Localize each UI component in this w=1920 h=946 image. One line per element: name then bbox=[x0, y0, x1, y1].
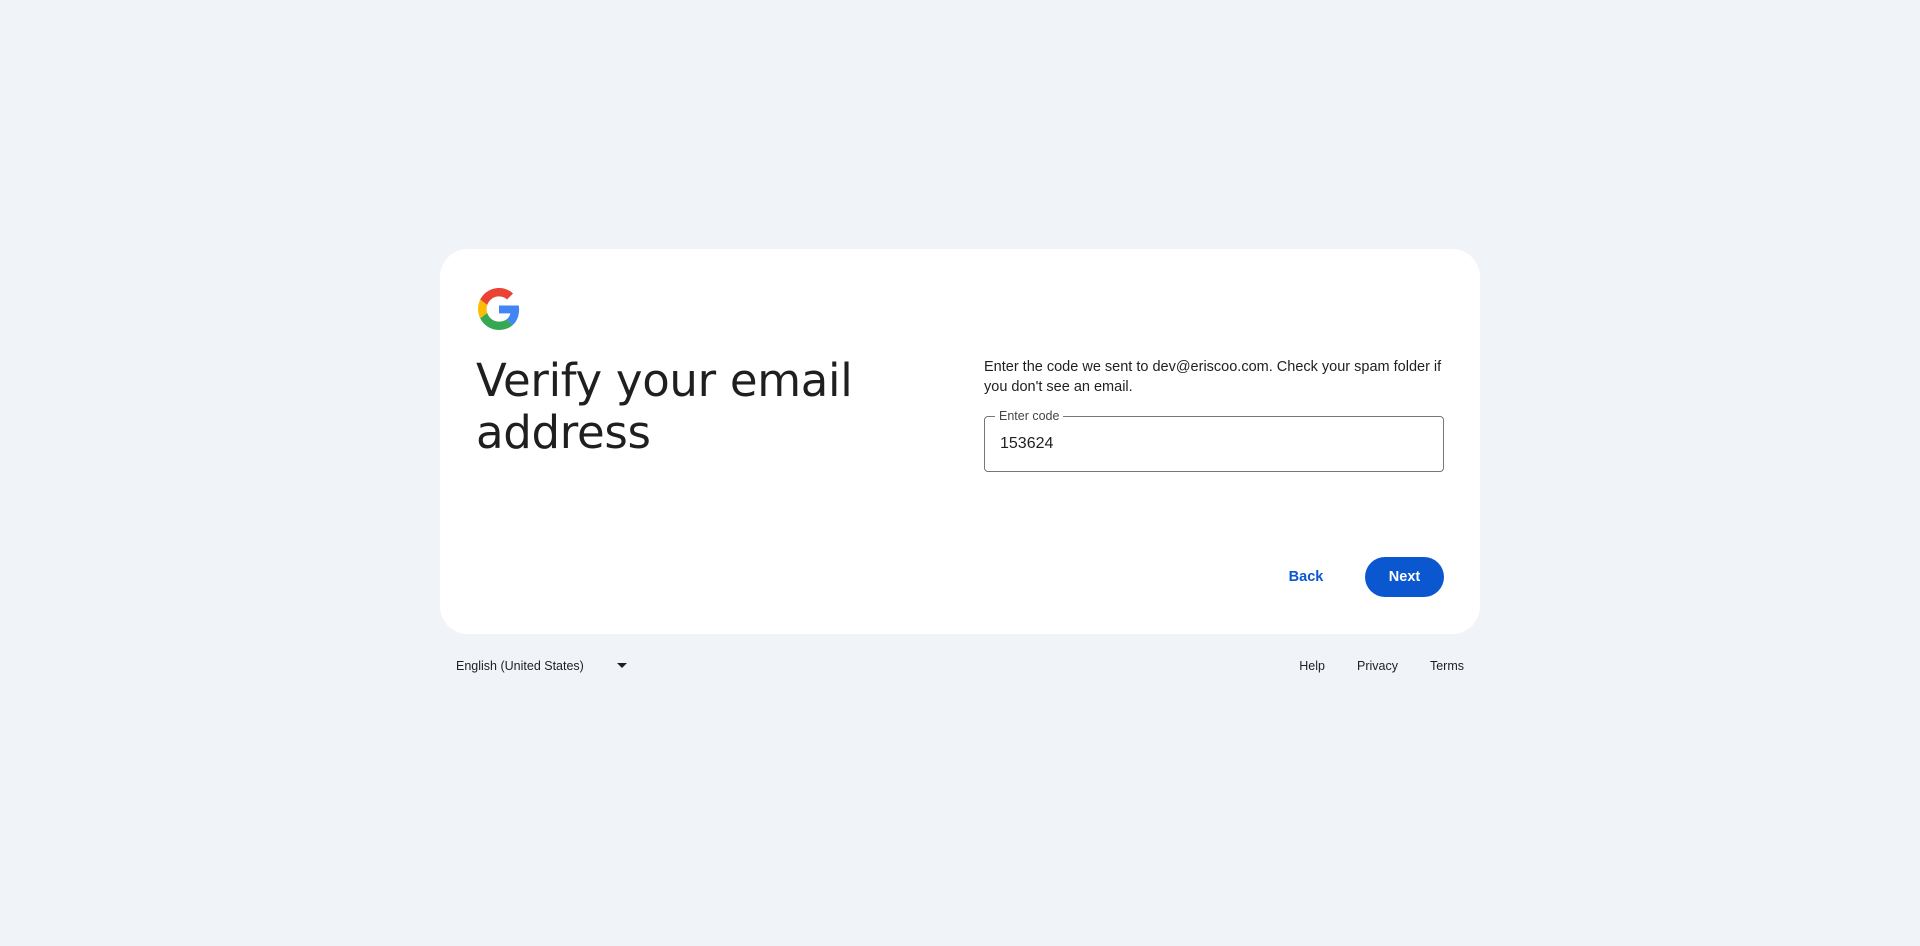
footer-links: Help Privacy Terms bbox=[1279, 646, 1476, 686]
google-logo-icon bbox=[478, 288, 520, 330]
footer: English (United States) Help Privacy Ter… bbox=[440, 646, 1480, 686]
page-title: Verify your email address bbox=[476, 354, 853, 459]
back-button[interactable]: Back bbox=[1276, 557, 1336, 597]
language-selector[interactable]: English (United States) bbox=[444, 646, 634, 686]
code-field: Enter code bbox=[984, 408, 1444, 472]
caret-down-icon bbox=[617, 663, 627, 668]
instructions-text: Enter the code we sent to dev@eriscoo.co… bbox=[984, 359, 1442, 395]
code-input[interactable] bbox=[1000, 417, 1420, 471]
privacy-link[interactable]: Privacy bbox=[1345, 646, 1410, 686]
sign-in-card: Verify your email address Enter the code… bbox=[440, 249, 1480, 634]
next-button[interactable]: Next bbox=[1365, 557, 1444, 597]
help-link[interactable]: Help bbox=[1287, 646, 1337, 686]
terms-link[interactable]: Terms bbox=[1418, 646, 1476, 686]
language-label: English (United States) bbox=[456, 659, 584, 673]
